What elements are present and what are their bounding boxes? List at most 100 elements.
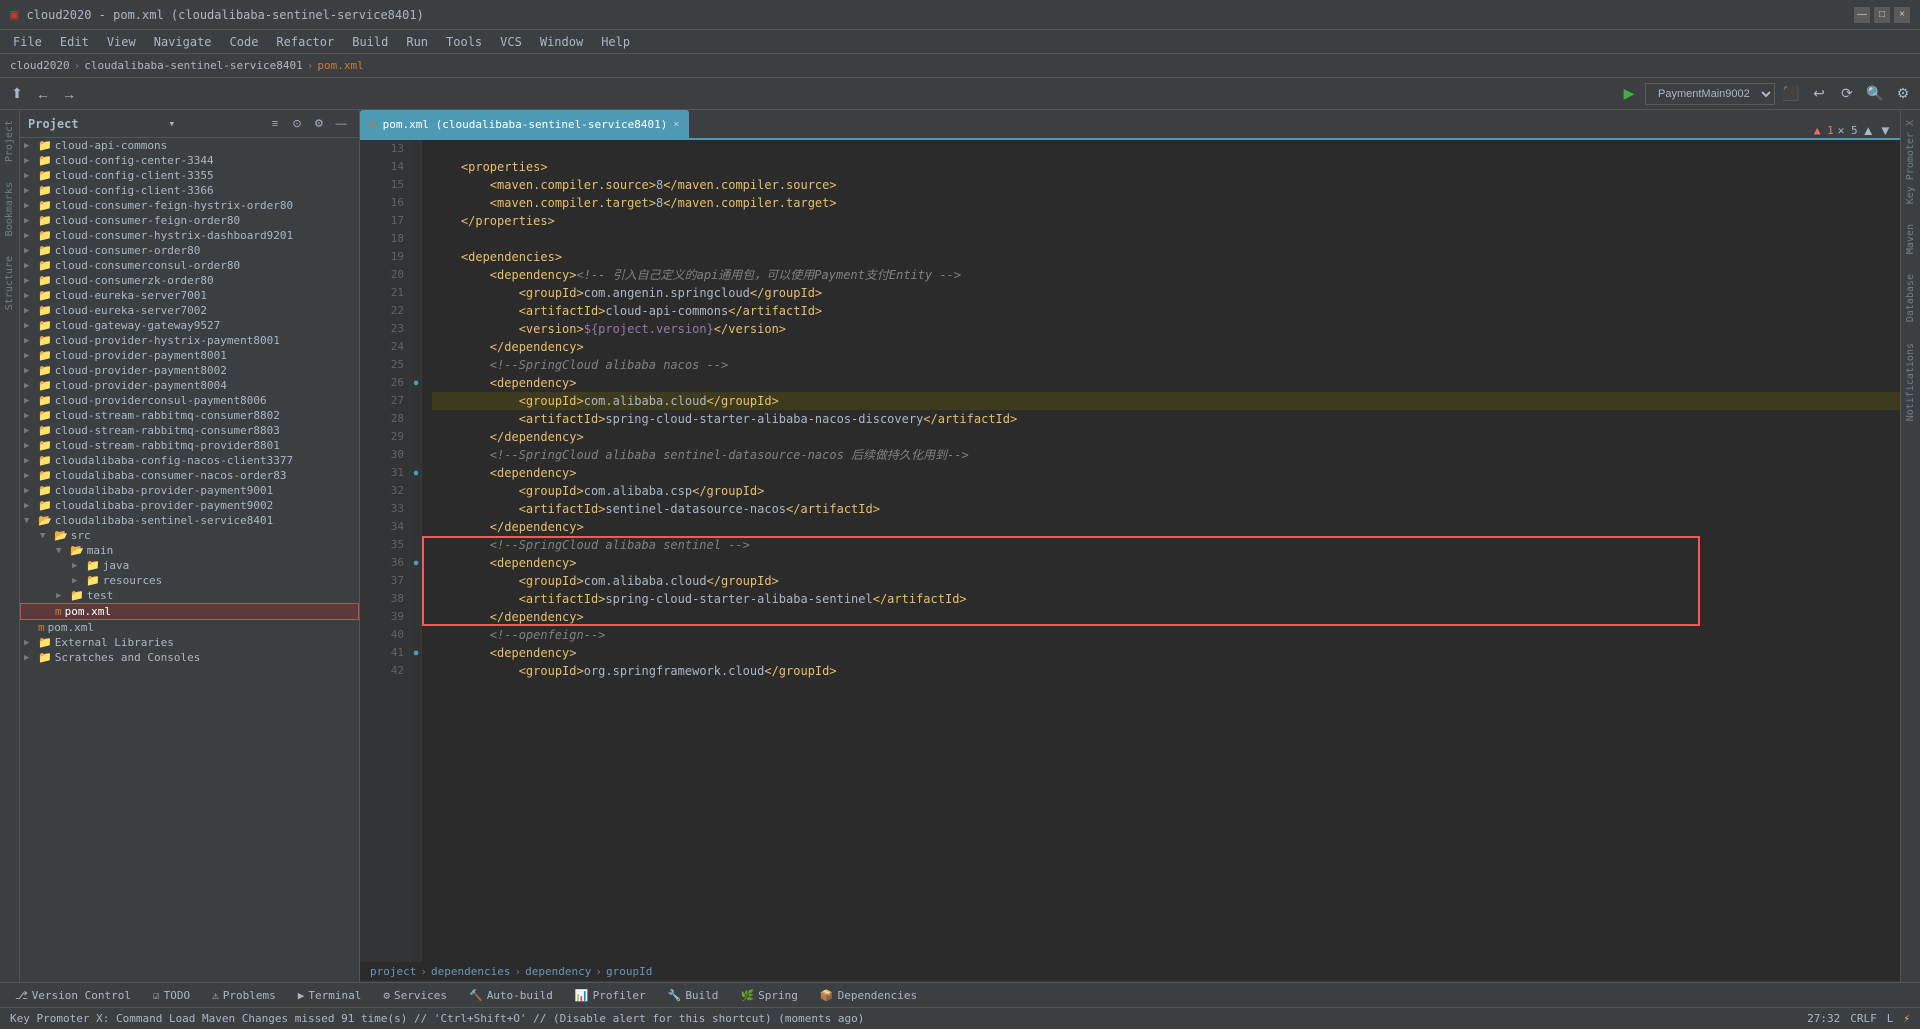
tree-item[interactable]: ▶ 📁 cloudalibaba-config-nacos-client3377	[20, 453, 359, 468]
menu-window[interactable]: Window	[532, 33, 591, 51]
maximize-button[interactable]: □	[1874, 7, 1890, 23]
tree-item[interactable]: ▶ 📁 cloud-consumer-order80	[20, 243, 359, 258]
breadcrumb-bottom-dep[interactable]: dependency	[525, 965, 591, 978]
menu-edit[interactable]: Edit	[52, 33, 97, 51]
tree-item[interactable]: ▶ 📁 cloud-config-client-3355	[20, 168, 359, 183]
tree-item[interactable]: ▼ 📂 main	[20, 543, 359, 558]
menu-tools[interactable]: Tools	[438, 33, 490, 51]
menu-vcs[interactable]: VCS	[492, 33, 530, 51]
tab-version-control[interactable]: ⎇ Version Control	[5, 987, 141, 1004]
tree-item[interactable]: ▶ 📁 cloudalibaba-provider-payment9001	[20, 483, 359, 498]
profile-button[interactable]: ⟳	[1835, 82, 1859, 106]
breadcrumb-module[interactable]: cloudalibaba-sentinel-service8401	[84, 59, 303, 72]
tree-item[interactable]: ▶ 📁 cloud-consumer-hystrix-dashboard9201	[20, 228, 359, 243]
menu-run[interactable]: Run	[398, 33, 436, 51]
tree-item[interactable]: ▶ 📁 cloud-api-commons	[20, 138, 359, 153]
cursor-position[interactable]: 27:32	[1807, 1012, 1840, 1025]
toolbar-back-button[interactable]: ⬆	[5, 82, 29, 106]
menu-view[interactable]: View	[99, 33, 144, 51]
editor-tab-pom[interactable]: m pom.xml (cloudalibaba-sentinel-service…	[360, 110, 689, 138]
tab-terminal[interactable]: ▶ Terminal	[288, 987, 372, 1004]
minimize-button[interactable]: —	[1854, 7, 1870, 23]
menu-build[interactable]: Build	[344, 33, 396, 51]
panel-collapse-all[interactable]: ≡	[265, 114, 285, 134]
tree-item[interactable]: ▶ 📁 cloud-stream-rabbitmq-consumer8803	[20, 423, 359, 438]
tree-item[interactable]: ▶ 📁 cloud-consumerconsul-order80	[20, 258, 359, 273]
tree-item[interactable]: ▶ 📁 cloud-consumer-feign-hystrix-order80	[20, 198, 359, 213]
tab-bar: m pom.xml (cloudalibaba-sentinel-service…	[360, 110, 1900, 140]
project-sidebar-icon[interactable]: Project	[4, 120, 15, 162]
menu-help[interactable]: Help	[593, 33, 638, 51]
search-button[interactable]: 🔍	[1863, 82, 1887, 106]
close-button[interactable]: ×	[1894, 7, 1910, 23]
code-content[interactable]: <properties> <maven.compiler.source>8</m…	[422, 140, 1900, 962]
panel-settings[interactable]: ⚙	[309, 114, 329, 134]
breadcrumb-file[interactable]: pom.xml	[317, 59, 363, 72]
maven-icon[interactable]: Maven	[1905, 224, 1916, 254]
tree-item[interactable]: ▶ 📁 cloud-provider-payment8004	[20, 378, 359, 393]
toolbar-nav-button[interactable]: ←	[31, 82, 55, 106]
tree-item[interactable]: ▶ 📁 cloud-config-client-3366	[20, 183, 359, 198]
tree-item[interactable]: ▶ 📁 External Libraries	[20, 635, 359, 650]
tree-item[interactable]: ▶ 📁 cloud-stream-rabbitmq-consumer8802	[20, 408, 359, 423]
tree-item[interactable]: ▶ 📁 cloudalibaba-consumer-nacos-order83	[20, 468, 359, 483]
encoding[interactable]: L	[1887, 1012, 1894, 1025]
tree-item[interactable]: ▼ 📂 cloudalibaba-sentinel-service8401	[20, 513, 359, 528]
key-promoter-icon[interactable]: Key Promoter X	[1905, 120, 1916, 204]
run-config-selector[interactable]: PaymentMain9002	[1645, 83, 1775, 105]
menu-navigate[interactable]: Navigate	[146, 33, 220, 51]
menu-code[interactable]: Code	[222, 33, 267, 51]
breadcrumb-project[interactable]: cloud2020	[10, 59, 70, 72]
panel-dropdown[interactable]: ▾	[168, 117, 175, 130]
breadcrumb-bottom-project[interactable]: project	[370, 965, 416, 978]
tree-item[interactable]: m pom.xml	[20, 620, 359, 635]
bookmarks-icon[interactable]: Bookmarks	[4, 182, 15, 236]
breadcrumb-bottom-deps[interactable]: dependencies	[431, 965, 510, 978]
scroll-down-button[interactable]: ▼	[1879, 123, 1892, 138]
code-line: <!--SpringCloud alibaba nacos -->	[432, 356, 1900, 374]
panel-close[interactable]: —	[331, 114, 351, 134]
tab-problems[interactable]: ⚠ Problems	[202, 987, 286, 1004]
tree-item[interactable]: ▶ 📁 test	[20, 588, 359, 603]
tree-item[interactable]: ▶ 📁 cloud-providerconsul-payment8006	[20, 393, 359, 408]
tree-item[interactable]: ▼ 📂 src	[20, 528, 359, 543]
run-button[interactable]: ▶	[1617, 82, 1641, 106]
tree-item[interactable]: ▶ 📁 cloud-eureka-server7001	[20, 288, 359, 303]
tree-item[interactable]: ▶ 📁 Scratches and Consoles	[20, 650, 359, 665]
tab-build[interactable]: 🔧 Build	[658, 987, 729, 1004]
database-icon[interactable]: Database	[1905, 274, 1916, 322]
settings-button[interactable]: ⚙	[1891, 82, 1915, 106]
tree-item[interactable]: ▶ 📁 cloud-eureka-server7002	[20, 303, 359, 318]
structure-icon[interactable]: Structure	[4, 256, 15, 310]
menu-refactor[interactable]: Refactor	[268, 33, 342, 51]
tree-item[interactable]: ▶ 📁 cloudalibaba-provider-payment9002	[20, 498, 359, 513]
tree-item[interactable]: ▶ 📁 cloud-provider-payment8001	[20, 348, 359, 363]
tab-profiler[interactable]: 📊 Profiler	[565, 987, 656, 1004]
breadcrumb-bottom-groupid[interactable]: groupId	[606, 965, 652, 978]
gutter-marker	[410, 518, 422, 536]
notifications-icon[interactable]: Notifications	[1905, 343, 1916, 421]
tree-item[interactable]: ▶ 📁 cloud-gateway-gateway9527	[20, 318, 359, 333]
tree-item[interactable]: ▶ 📁 cloud-consumerzk-order80	[20, 273, 359, 288]
toolbar-forward-button[interactable]: →	[57, 82, 81, 106]
tab-close-button[interactable]: ×	[673, 119, 679, 130]
tree-item[interactable]: ▶ 📁 cloud-provider-payment8002	[20, 363, 359, 378]
line-ending[interactable]: CRLF	[1850, 1012, 1877, 1025]
tree-item[interactable]: ▶ 📁 cloud-provider-hystrix-payment8001	[20, 333, 359, 348]
tree-item[interactable]: ▶ 📁 cloud-stream-rabbitmq-provider8801	[20, 438, 359, 453]
debug-button[interactable]: ⬛	[1779, 82, 1803, 106]
coverage-button[interactable]: ↩	[1807, 82, 1831, 106]
tab-todo[interactable]: ☑ TODO	[143, 987, 200, 1004]
tab-dependencies[interactable]: 📦 Dependencies	[810, 987, 927, 1004]
tree-item[interactable]: ▶ 📁 resources	[20, 573, 359, 588]
tab-services[interactable]: ⚙ Services	[373, 987, 457, 1004]
tree-item[interactable]: ▶ 📁 cloud-config-center-3344	[20, 153, 359, 168]
tree-item[interactable]: m pom.xml	[20, 603, 359, 620]
menu-file[interactable]: File	[5, 33, 50, 51]
tree-item[interactable]: ▶ 📁 java	[20, 558, 359, 573]
panel-locate[interactable]: ⊙	[287, 114, 307, 134]
tab-auto-build[interactable]: 🔨 Auto-build	[459, 987, 563, 1004]
tab-spring[interactable]: 🌿 Spring	[730, 987, 807, 1004]
tree-item[interactable]: ▶ 📁 cloud-consumer-feign-order80	[20, 213, 359, 228]
scroll-up-button[interactable]: ▲	[1862, 123, 1875, 138]
